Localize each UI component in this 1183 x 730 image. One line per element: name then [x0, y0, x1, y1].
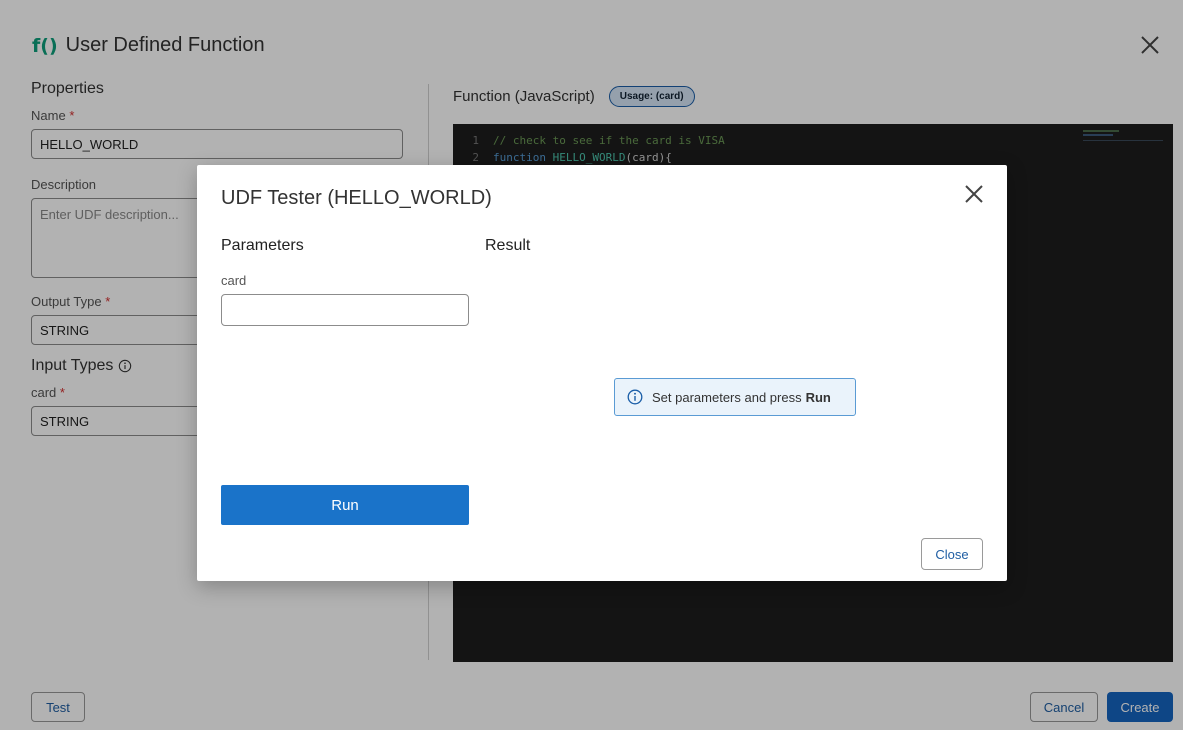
run-button[interactable]: Run — [221, 485, 469, 525]
modal-title: UDF Tester (HELLO_WORLD) — [221, 187, 492, 209]
info-bold-text: Run — [805, 389, 831, 405]
close-button[interactable]: Close — [921, 538, 983, 570]
close-icon[interactable] — [963, 183, 985, 205]
result-info-box: Set parameters and press Run — [614, 378, 856, 416]
param-card-input[interactable] — [221, 294, 469, 326]
info-text: Set parameters and press — [652, 389, 802, 405]
param-card-label: card — [221, 273, 247, 288]
udf-tester-modal: UDF Tester (HELLO_WORLD) Parameters Resu… — [197, 165, 1007, 581]
result-title: Result — [485, 237, 531, 254]
parameters-title: Parameters — [221, 237, 304, 254]
info-circle-icon — [627, 389, 643, 405]
